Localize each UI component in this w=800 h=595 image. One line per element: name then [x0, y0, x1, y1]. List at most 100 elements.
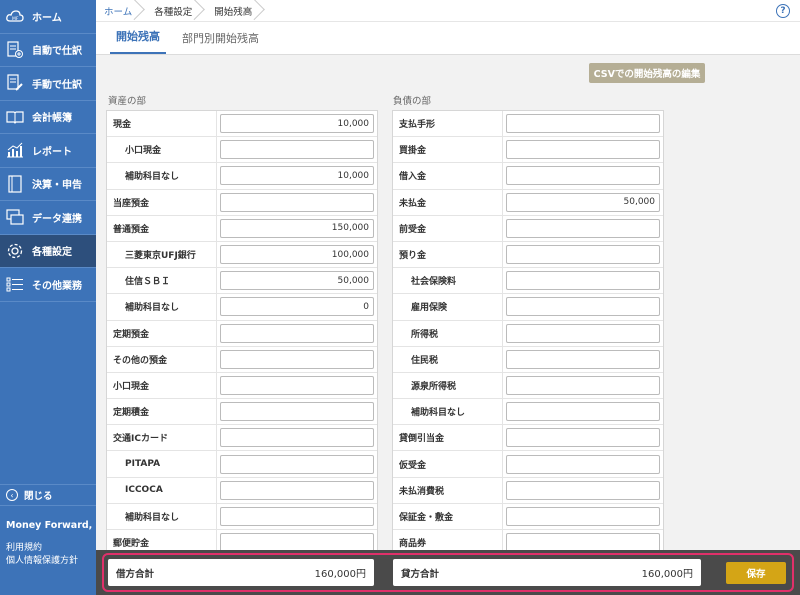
- account-value-cell: [503, 268, 663, 293]
- account-value-cell: [217, 451, 377, 476]
- balance-input[interactable]: [506, 428, 660, 448]
- file-icon: [6, 175, 24, 193]
- balance-input[interactable]: [506, 192, 660, 212]
- sidebar-item-settings[interactable]: 各種設定: [0, 234, 96, 268]
- balance-input[interactable]: [506, 166, 660, 186]
- account-name: 預り金: [393, 241, 503, 268]
- balance-input[interactable]: [220, 140, 374, 160]
- table-row: 所得税: [393, 320, 663, 347]
- svg-text:MF: MF: [12, 16, 19, 22]
- credit-total-value: 160,000円: [641, 569, 693, 580]
- table-row: 定期積金: [107, 399, 377, 426]
- balance-input[interactable]: [506, 349, 660, 369]
- table-row: 預り金: [393, 241, 663, 269]
- balance-input[interactable]: [506, 114, 660, 134]
- account-value-cell: [217, 373, 377, 398]
- balance-input[interactable]: [220, 114, 374, 134]
- chevron-left-icon: ‹: [6, 489, 18, 501]
- table-row: 小口現金: [107, 372, 377, 400]
- balance-input[interactable]: [506, 140, 660, 160]
- balance-input[interactable]: [220, 454, 374, 474]
- balance-input[interactable]: [506, 480, 660, 500]
- balance-input[interactable]: [506, 454, 660, 474]
- account-name: 所得税: [393, 320, 503, 346]
- table-row: 貸倒引当金: [393, 425, 663, 452]
- balance-input[interactable]: [220, 323, 374, 343]
- balance-input[interactable]: [506, 245, 660, 265]
- sidebar-item-report[interactable]: レポート: [0, 134, 96, 168]
- sidebar-item-label: 手動で仕訳: [32, 79, 82, 91]
- main-content: CSVでの開始残高の編集 資産の部 負債の部 現金小口現金補助科目なし当座預金普…: [96, 55, 800, 550]
- table-row: 補助科目なし: [107, 294, 377, 321]
- sidebar-item-auto-journal[interactable]: 自動で仕訳: [0, 34, 96, 67]
- balance-input[interactable]: [506, 533, 660, 550]
- balance-input[interactable]: [506, 375, 660, 395]
- sidebar-close-label: 閉じる: [24, 491, 53, 502]
- balance-input[interactable]: [506, 297, 660, 317]
- data-link-icon: [6, 208, 24, 226]
- account-name: 買掛金: [393, 137, 503, 163]
- help-icon[interactable]: ?: [776, 4, 790, 18]
- account-value-cell: [503, 504, 663, 529]
- balance-input[interactable]: [220, 533, 374, 550]
- terms-link[interactable]: 利用規約: [6, 542, 78, 555]
- account-name: 支払手形: [393, 111, 503, 137]
- table-row: 仮受金: [393, 451, 663, 478]
- balance-input[interactable]: [220, 506, 374, 526]
- account-name: 郵便貯金: [107, 530, 217, 550]
- balance-input[interactable]: [220, 402, 374, 422]
- account-value-cell: [503, 190, 663, 215]
- balance-input[interactable]: [506, 402, 660, 422]
- balance-input[interactable]: [220, 245, 374, 265]
- balance-input[interactable]: [220, 349, 374, 369]
- balance-input[interactable]: [220, 375, 374, 395]
- balance-input[interactable]: [220, 271, 374, 291]
- balance-input[interactable]: [506, 271, 660, 291]
- breadcrumb-settings[interactable]: 各種設定: [146, 0, 206, 22]
- credit-total: 貸方合計 160,000円: [393, 559, 701, 586]
- account-name: 補助科目なし: [107, 163, 217, 189]
- sidebar-item-settlement[interactable]: 決算・申告: [0, 168, 96, 201]
- sidebar-item-data-link[interactable]: データ連携: [0, 201, 96, 235]
- privacy-link[interactable]: 個人情報保護方針: [6, 555, 78, 568]
- balance-input[interactable]: [220, 166, 374, 186]
- table-row: 買掛金: [393, 137, 663, 164]
- balance-input[interactable]: [220, 428, 374, 448]
- balance-input[interactable]: [506, 323, 660, 343]
- balance-input[interactable]: [220, 192, 374, 212]
- breadcrumb-home[interactable]: ホーム: [96, 0, 146, 22]
- balance-input[interactable]: [506, 506, 660, 526]
- balance-input[interactable]: [506, 218, 660, 238]
- save-button[interactable]: 保存: [726, 562, 786, 584]
- account-name: 商品券: [393, 530, 503, 550]
- sidebar-item-label: ホーム: [32, 12, 62, 24]
- sidebar-close-button[interactable]: ‹ 閉じる: [0, 484, 96, 506]
- account-name: 未払金: [393, 189, 503, 215]
- account-name: 交通ICカード: [107, 425, 217, 451]
- account-name: 補助科目なし: [393, 399, 503, 425]
- breadcrumb: ホーム 各種設定 開始残高: [96, 0, 800, 22]
- sidebar-item-label: 自動で仕訳: [32, 46, 82, 58]
- account-value-cell: [503, 111, 663, 136]
- balance-input[interactable]: [220, 218, 374, 238]
- tab-department-opening-balance[interactable]: 部門別開始残高: [176, 30, 265, 54]
- csv-edit-button[interactable]: CSVでの開始残高の編集: [589, 63, 705, 83]
- sidebar-item-manual-journal[interactable]: 手動で仕訳: [0, 67, 96, 101]
- table-row: 補助科目なし: [107, 163, 377, 190]
- table-row: 交通ICカード: [107, 425, 377, 452]
- account-name: その他の預金: [107, 346, 217, 372]
- sidebar-item-home[interactable]: MF ホーム: [0, 0, 96, 34]
- credit-total-label: 貸方合計: [401, 568, 440, 580]
- tab-opening-balance[interactable]: 開始残高: [110, 28, 166, 54]
- sidebar-item-ledger[interactable]: 会計帳簿: [0, 101, 96, 134]
- account-value-cell: [503, 451, 663, 476]
- table-row: 小口現金: [107, 137, 377, 164]
- account-value-cell: [217, 321, 377, 346]
- balance-input[interactable]: [220, 480, 374, 500]
- liabilities-table: 支払手形買掛金借入金未払金前受金預り金社会保険料雇用保険所得税住民税源泉所得税補…: [392, 110, 664, 550]
- debit-total: 借方合計 160,000円: [108, 559, 374, 586]
- table-row: 住民税: [393, 346, 663, 373]
- table-row: PITAPA: [107, 451, 377, 478]
- sidebar-item-other[interactable]: その他業務: [0, 268, 96, 302]
- balance-input[interactable]: [220, 297, 374, 317]
